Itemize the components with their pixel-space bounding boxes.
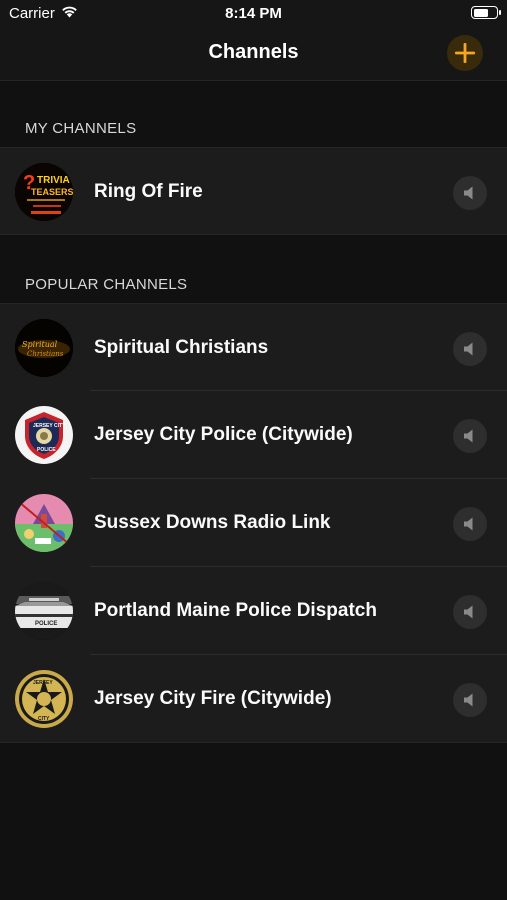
svg-text:POLICE: POLICE (37, 447, 56, 453)
channel-name: Jersey City Fire (Citywide) (94, 688, 332, 709)
battery-icon (471, 6, 501, 19)
add-channel-button[interactable] (447, 35, 483, 71)
status-bar: Carrier 8:14 PM (0, 0, 507, 28)
status-time: 8:14 PM (225, 5, 282, 22)
channel-row-spiritual-christians[interactable]: Spiritual Christians Spiritual Christian… (0, 303, 507, 391)
channel-name: Jersey City Police (Citywide) (94, 424, 353, 445)
channel-row-ring-of-fire[interactable]: ? TRIVIA TEASERS Ring Of Fire (0, 147, 507, 235)
speaker-icon (464, 605, 473, 619)
battery-level (473, 8, 489, 17)
channel-name: Spiritual Christians (94, 337, 269, 358)
channel-name: Ring Of Fire (94, 181, 203, 202)
row-divider (0, 234, 507, 235)
plus-icon (455, 43, 475, 63)
speaker-icon (464, 342, 473, 356)
trivia-teasers-logo: ? TRIVIA TEASERS (15, 163, 73, 221)
speaker-icon (464, 517, 473, 531)
row-divider (0, 742, 507, 743)
svg-text:Spiritual: Spiritual (22, 340, 58, 349)
channel-row-portland-maine-police[interactable]: POLICE Portland Maine Police Dispatch (0, 567, 507, 655)
illustrated-scene-avatar (15, 494, 73, 552)
police-badge-logo: JERSEY CITY POLICE (15, 406, 73, 464)
channel-name: Portland Maine Police Dispatch (94, 600, 377, 621)
channel-row-jersey-city-fire[interactable]: JERSEY CITY Jersey City Fire (Citywide) (0, 655, 507, 743)
my-channels-header: MY CHANNELS (25, 120, 137, 137)
page-title: Channels (208, 41, 299, 63)
channel-row-jersey-city-police[interactable]: JERSEY CITY POLICE Jersey City Police (C… (0, 391, 507, 479)
svg-text:JERSEY CITY: JERSEY CITY (33, 423, 66, 429)
channel-name: Sussex Downs Radio Link (94, 512, 331, 533)
speaker-button[interactable] (453, 419, 487, 453)
svg-text:TRIVIA: TRIVIA (37, 175, 70, 186)
svg-text:Christians: Christians (27, 350, 64, 358)
speaker-button[interactable] (453, 176, 487, 210)
popular-channels-header: POPULAR CHANNELS (25, 276, 188, 293)
speaker-button[interactable] (453, 595, 487, 629)
police-car-photo: POLICE (15, 582, 73, 640)
channels-screen: Carrier 8:14 PM Channels MY CHANNELS ? T… (0, 0, 507, 900)
channel-row-sussex-downs[interactable]: Sussex Downs Radio Link (0, 479, 507, 567)
speaker-icon (464, 429, 473, 443)
svg-text:TEASERS: TEASERS (31, 187, 73, 197)
svg-text:JERSEY: JERSEY (33, 680, 53, 686)
spiritual-christians-logo: Spiritual Christians (15, 319, 73, 377)
speaker-button[interactable] (453, 507, 487, 541)
svg-text:CITY: CITY (38, 716, 50, 722)
svg-text:POLICE: POLICE (35, 621, 57, 627)
speaker-icon (464, 693, 473, 707)
fire-department-badge: JERSEY CITY (15, 670, 73, 728)
speaker-button[interactable] (453, 332, 487, 366)
speaker-button[interactable] (453, 683, 487, 717)
speaker-icon (464, 186, 473, 200)
navigation-bar: Channels (0, 28, 507, 81)
